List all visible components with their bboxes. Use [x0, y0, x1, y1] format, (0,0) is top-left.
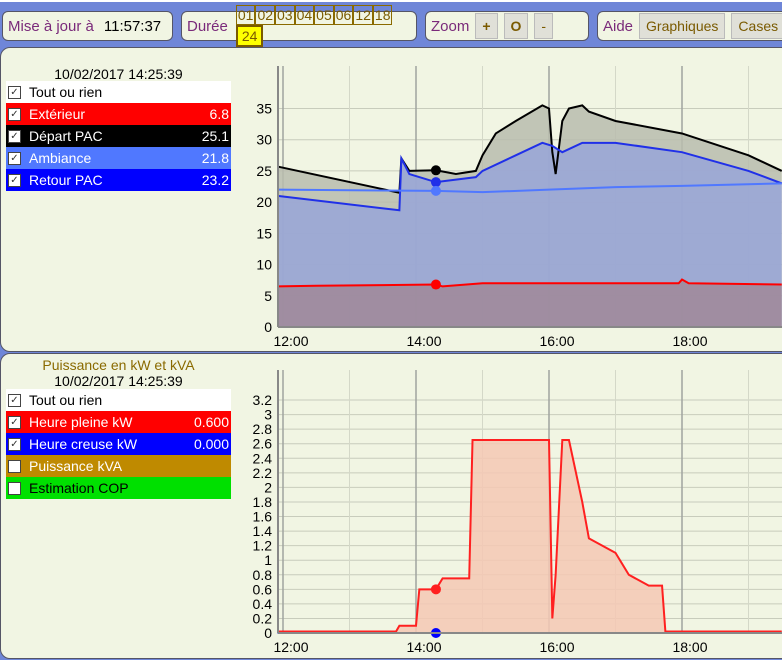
y-tick-label: 1 [264, 552, 272, 568]
y-tick-label: 2.2 [253, 465, 273, 481]
y-tick-label: 2 [264, 479, 272, 495]
x-tick-label: 12:00 [273, 639, 308, 655]
y-tick-label: 0.6 [253, 581, 273, 597]
y-tick-label: 0.4 [253, 596, 273, 612]
y-tick-label: 2.4 [253, 450, 273, 466]
cursor-dot [430, 584, 441, 595]
y-tick-label: 2.6 [253, 436, 273, 452]
y-tick-label: 3 [264, 407, 272, 423]
x-tick-label: 16:00 [539, 639, 574, 655]
y-tick-label: 1.6 [253, 509, 273, 525]
y-tick-label: 1.8 [253, 494, 273, 510]
y-tick-label: 1.4 [253, 523, 273, 539]
y-tick-label: 2.8 [253, 421, 273, 437]
y-tick-label: 0 [264, 625, 272, 641]
y-tick-label: 1.2 [253, 538, 273, 554]
x-tick-label: 14:00 [406, 639, 441, 655]
y-tick-label: 3.2 [253, 392, 273, 408]
y-tick-label: 0.8 [253, 567, 273, 583]
x-tick-label: 18:00 [672, 639, 707, 655]
power-chart: 00.20.40.60.811.21.41.61.822.22.42.62.83… [253, 370, 782, 655]
y-tick-label: 0.2 [253, 610, 273, 626]
